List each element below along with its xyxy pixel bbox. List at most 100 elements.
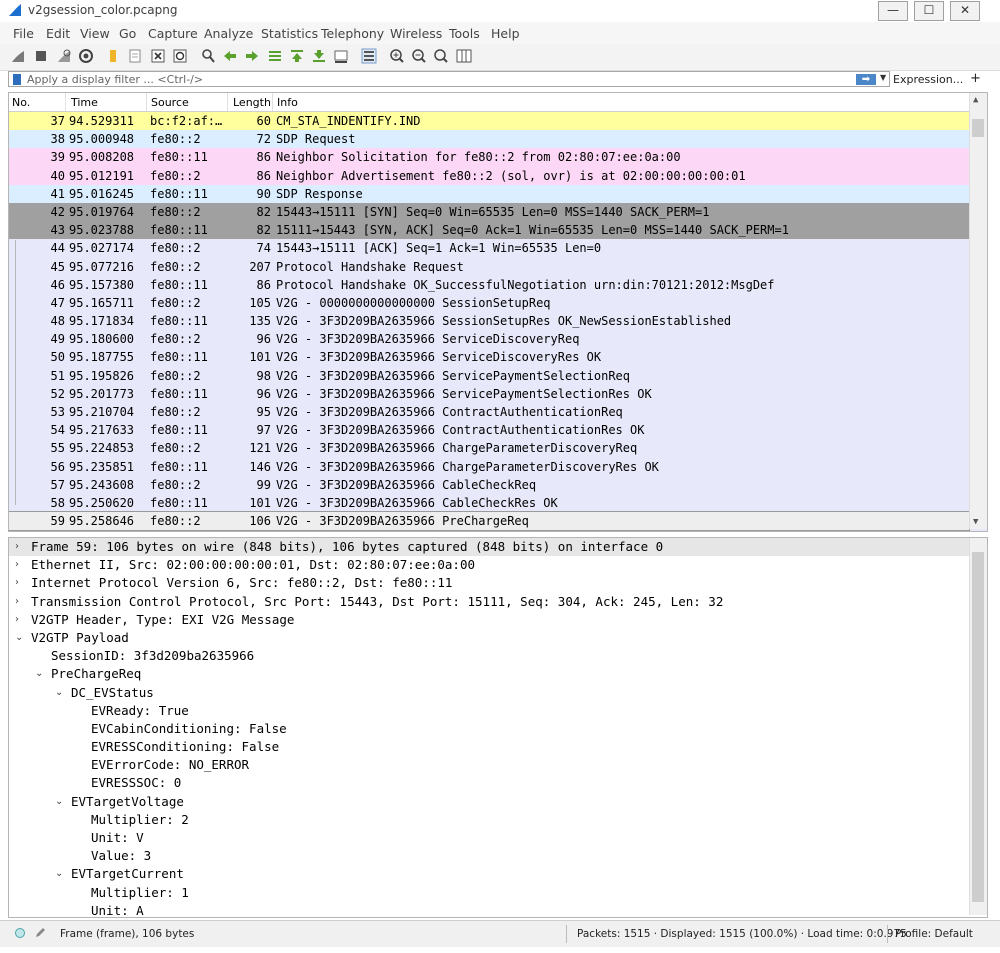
auto-scroll-icon[interactable] [333,48,349,64]
column-length[interactable]: Length [233,96,271,109]
expert-info-icon[interactable] [14,927,26,939]
packet-row[interactable]: 40 95.012191 fe80::2 86 Neighbor Advertiseme… [9,166,969,185]
collapse-arrow-icon[interactable]: ⌄ [15,629,23,647]
close-file-icon[interactable] [150,48,166,64]
column-time[interactable]: Time [71,96,98,109]
add-filter-button[interactable]: + [970,71,981,86]
zoom-in-icon[interactable] [389,48,405,64]
reload-file-icon[interactable] [172,48,188,64]
detail-tree-item[interactable]: ⌄ EVTargetCurrent [9,865,987,883]
expand-arrow-icon[interactable]: › [15,574,19,592]
column-no[interactable]: No. [12,96,30,109]
detail-tree-item[interactable]: EVCabinConditioning: False [9,720,987,738]
zoom-out-icon[interactable] [411,48,427,64]
packet-row[interactable]: 45 95.077216 fe80::2 207 Protocol Handshake … [9,257,969,276]
stop-capture-icon[interactable] [33,48,49,64]
packet-row[interactable]: 52 95.201773 fe80::11 96 V2G - 3F3D209BA2635… [9,384,969,403]
expand-arrow-icon[interactable]: › [15,538,19,556]
menu-wireless[interactable]: Wireless [390,26,442,41]
start-capture-icon[interactable] [10,48,26,64]
collapse-arrow-icon[interactable]: ⌄ [35,665,43,683]
packet-row[interactable]: 59 95.258646 fe80::2 106 V2G - 3F3D209BA2635… [9,511,970,531]
detail-tree-item[interactable]: ⌄ DC_EVStatus [9,684,987,702]
detail-tree-item[interactable]: EVRESSSOC: 0 [9,774,987,792]
go-forward-icon[interactable] [244,48,260,64]
packet-list-scrollbar[interactable]: ▲ ▼ [969,93,987,529]
column-source[interactable]: Source [151,96,189,109]
detail-tree-item[interactable]: › Internet Protocol Version 6, Src: fe80:… [9,574,987,592]
edit-comment-icon[interactable] [34,927,46,939]
packet-row[interactable]: 47 95.165711 fe80::2 105 V2G - 0000000000000… [9,293,969,313]
detail-tree-item[interactable]: EVReady: True [9,702,987,720]
filter-bookmark-icon[interactable] [13,74,21,85]
scroll-down-icon[interactable]: ▼ [973,517,978,527]
detail-tree-item[interactable]: SessionID: 3f3d209ba2635966 [9,647,987,665]
menu-statistics[interactable]: Statistics [261,26,318,41]
packet-row[interactable]: 49 95.180600 fe80::2 96 V2G - 3F3D209BA26359… [9,330,969,349]
detail-tree-item[interactable]: › Frame 59: 106 bytes on wire (848 bits),… [9,538,987,557]
find-packet-icon[interactable] [200,48,216,64]
column-info[interactable]: Info [277,96,298,109]
detail-tree-item[interactable]: ⌄ EVTargetVoltage [9,793,987,811]
open-file-icon[interactable] [105,48,121,64]
close-button[interactable]: ✕ [950,1,980,21]
detail-tree-item[interactable]: Unit: V [9,829,987,847]
detail-tree-item[interactable]: ⌄ PreChargeReq [9,665,987,683]
packet-row[interactable]: 58 95.250620 fe80::11 101 V2G - 3F3D209BA263… [9,493,969,513]
detail-tree-item[interactable]: EVRESSConditioning: False [9,738,987,756]
collapse-arrow-icon[interactable]: ⌄ [55,793,63,811]
filter-dropdown-icon[interactable]: ▼ [880,73,886,82]
detail-tree-item[interactable]: Value: 3 [9,847,987,865]
last-packet-icon[interactable] [311,48,327,64]
detail-tree-item[interactable]: Multiplier: 1 [9,884,987,902]
apply-filter-icon[interactable]: ➡ [856,74,876,85]
menu-edit[interactable]: Edit [46,26,70,41]
packet-row[interactable]: 50 95.187755 fe80::11 101 V2G - 3F3D209BA263… [9,348,969,367]
detail-tree-item[interactable]: › Transmission Control Protocol, Src Port… [9,593,987,611]
menu-telephony[interactable]: Telephony [321,26,384,41]
scroll-up-icon[interactable]: ▲ [973,95,978,105]
expand-arrow-icon[interactable]: › [15,556,19,574]
maximize-button[interactable]: ☐ [914,1,944,21]
packet-row[interactable]: 54 95.217633 fe80::11 97 V2G - 3F3D209BA2635… [9,421,969,440]
menu-file[interactable]: File [13,26,34,41]
menu-analyze[interactable]: Analyze [204,26,253,41]
packet-row[interactable]: 43 95.023788 fe80::11 82 15111→15443 [SYN, A… [9,221,969,240]
first-packet-icon[interactable] [289,48,305,64]
packet-row[interactable]: 46 95.157380 fe80::11 86 Protocol Handshake … [9,275,969,294]
menu-help[interactable]: Help [491,26,520,41]
scrollbar-thumb[interactable] [972,119,984,137]
packet-row[interactable]: 37 94.529311 bc:f2:af:… 60 CM_STA_INDENTIFY.… [9,112,969,131]
packet-row[interactable]: 48 95.171834 fe80::11 135 V2G - 3F3D209BA263… [9,312,969,331]
expression-button[interactable]: Expression... [893,73,963,86]
collapse-arrow-icon[interactable]: ⌄ [55,865,63,883]
detail-tree-item[interactable]: › V2GTP Header, Type: EXI V2G Message [9,611,987,629]
details-scrollbar[interactable] [969,538,987,915]
detail-tree-item[interactable]: Unit: A [9,902,987,917]
detail-tree-item[interactable]: Multiplier: 2 [9,811,987,829]
menu-capture[interactable]: Capture [148,26,198,41]
packet-row[interactable]: 53 95.210704 fe80::2 95 V2G - 3F3D209BA26359… [9,403,969,422]
packet-row[interactable]: 38 95.000948 fe80::2 72 SDP Request [9,130,969,149]
display-filter-input[interactable]: Apply a display filter ... <Ctrl-/> [8,71,890,87]
packet-row[interactable]: 55 95.224853 fe80::2 121 V2G - 3F3D209BA2635… [9,439,969,458]
capture-options-icon[interactable] [78,48,94,64]
normal-size-icon[interactable] [433,48,449,64]
expand-arrow-icon[interactable]: › [15,593,19,611]
detail-tree-item[interactable]: › Ethernet II, Src: 02:00:00:00:00:01, Ds… [9,556,987,574]
packet-row[interactable]: 56 95.235851 fe80::11 146 V2G - 3F3D209BA263… [9,457,969,476]
packet-row[interactable]: 39 95.008208 fe80::11 86 Neighbor Solicitati… [9,148,969,167]
expand-arrow-icon[interactable]: › [15,611,19,629]
menu-view[interactable]: View [80,26,110,41]
minimize-button[interactable]: — [878,1,908,21]
resize-columns-icon[interactable] [456,48,472,64]
packet-row[interactable]: 57 95.243608 fe80::2 99 V2G - 3F3D209BA26359… [9,475,969,494]
collapse-arrow-icon[interactable]: ⌄ [55,684,63,702]
scrollbar-thumb[interactable] [972,552,984,902]
packet-row[interactable]: 41 95.016245 fe80::11 90 SDP Response [9,184,969,203]
colorize-icon[interactable] [361,48,377,64]
packet-row[interactable]: 44 95.027174 fe80::2 74 15443→15111 [ACK] Se… [9,239,969,258]
packet-row[interactable]: 42 95.019764 fe80::2 82 15443→15111 [SYN] Se… [9,202,969,222]
go-back-icon[interactable] [222,48,238,64]
status-profile[interactable]: Profile: Default [895,928,973,940]
